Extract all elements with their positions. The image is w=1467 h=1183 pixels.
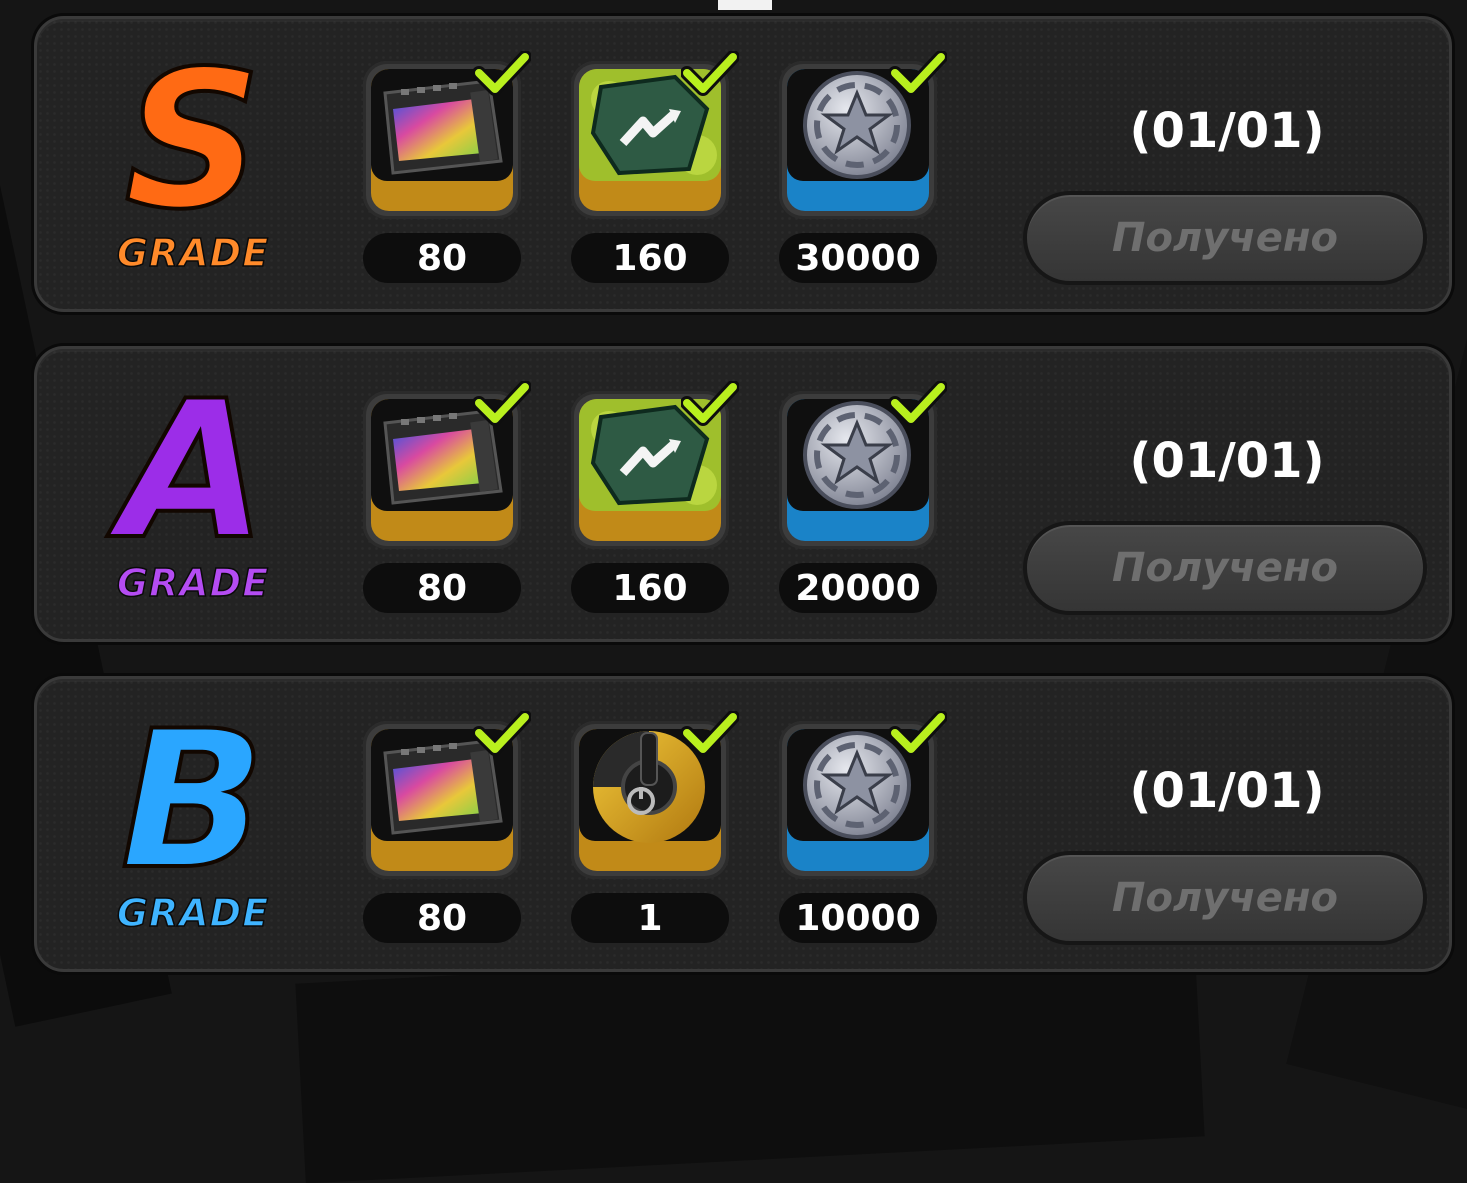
reward-item: 80	[363, 721, 523, 943]
checkmark-icon	[681, 381, 739, 427]
reward-amount: 80	[363, 563, 521, 613]
reward-item: 80	[363, 391, 523, 613]
reward-frame	[363, 391, 521, 549]
grade-reward-row-s: S GRADE 80 160 30000 (01/01) Получено	[34, 16, 1452, 312]
reward-amount: 30000	[779, 233, 937, 283]
progress-counter: (01/01)	[1129, 103, 1325, 159]
progress-counter: (01/01)	[1129, 433, 1325, 489]
reward-amount: 1	[571, 893, 729, 943]
grade-letter: S	[123, 30, 264, 251]
checkmark-icon	[889, 51, 947, 97]
reward-amount: 80	[363, 233, 521, 283]
reward-item: 1	[571, 721, 731, 943]
progress-counter: (01/01)	[1129, 763, 1325, 819]
reward-frame	[779, 61, 937, 219]
reward-frame	[363, 61, 521, 219]
grade-badge-s: S GRADE	[93, 30, 293, 277]
reward-item: 20000	[779, 391, 939, 613]
reward-amount: 20000	[779, 563, 937, 613]
grade-reward-row-b: B GRADE 80 1 10000 (01/01) Получено	[34, 676, 1452, 972]
reward-amount: 160	[571, 563, 729, 613]
scroll-indicator	[718, 0, 772, 10]
claimed-button[interactable]: Получено	[1023, 521, 1427, 615]
reward-item: 160	[571, 391, 731, 613]
background-shape	[295, 936, 1205, 1183]
reward-item: 10000	[779, 721, 939, 943]
reward-frame	[571, 391, 729, 549]
checkmark-icon	[473, 381, 531, 427]
checkmark-icon	[681, 51, 739, 97]
checkmark-icon	[889, 711, 947, 757]
reward-frame	[571, 721, 729, 879]
grade-label: GRADE	[116, 231, 270, 275]
reward-item: 30000	[779, 61, 939, 283]
claimed-button[interactable]: Получено	[1023, 851, 1427, 945]
reward-frame	[779, 721, 937, 879]
reward-frame	[363, 721, 521, 879]
checkmark-icon	[473, 51, 531, 97]
reward-frame	[779, 391, 937, 549]
checkmark-icon	[889, 381, 947, 427]
claimed-button[interactable]: Получено	[1023, 191, 1427, 285]
grade-label: GRADE	[116, 891, 270, 935]
grade-badge-a: A GRADE	[93, 360, 293, 607]
reward-item: 80	[363, 61, 523, 283]
grade-badge-b: B GRADE	[93, 690, 293, 937]
grade-letter: B	[119, 690, 268, 911]
grade-reward-row-a: A GRADE 80 160 20000 (01/01) Получено	[34, 346, 1452, 642]
checkmark-icon	[473, 711, 531, 757]
reward-amount: 80	[363, 893, 521, 943]
reward-amount: 160	[571, 233, 729, 283]
grade-label: GRADE	[116, 561, 270, 605]
checkmark-icon	[681, 711, 739, 757]
reward-item: 160	[571, 61, 731, 283]
reward-frame	[571, 61, 729, 219]
reward-amount: 10000	[779, 893, 937, 943]
grade-letter: A	[117, 360, 268, 581]
